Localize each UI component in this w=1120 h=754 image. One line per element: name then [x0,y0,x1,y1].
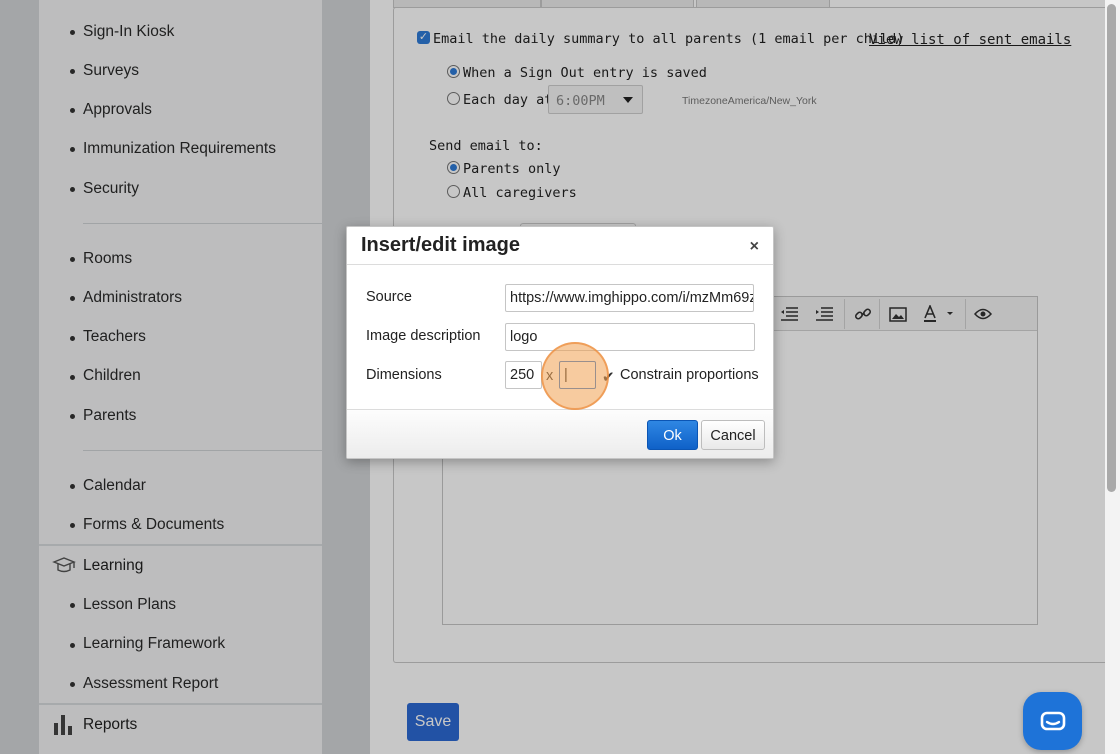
dialog-title: Insert/edit image [361,234,520,256]
dialog-footer: Ok Cancel [347,409,773,458]
ok-button[interactable]: Ok [647,420,698,450]
source-label: Source [366,289,412,305]
height-input[interactable]: | [559,361,596,389]
image-description-input[interactable]: logo [505,323,755,351]
chat-bubble-icon [1040,711,1066,731]
cancel-button[interactable]: Cancel [701,420,765,450]
scrollbar-thumb[interactable] [1107,4,1116,492]
close-icon[interactable]: × [750,238,759,256]
constrain-proportions-label: Constrain proportions [620,367,759,383]
constrain-proportions-checkbox[interactable]: ✔ [602,368,618,386]
image-description-label: Image description [366,328,481,344]
insert-image-dialog: Insert/edit image × Source https://www.i… [346,226,774,459]
width-input[interactable]: 250 [505,361,542,389]
dialog-header: Insert/edit image × [347,227,773,265]
dimension-separator: x [546,368,554,384]
source-input[interactable]: https://www.imghippo.com/i/mzMm69z [505,284,754,312]
chat-launcher-button[interactable] [1023,692,1082,750]
dimensions-label: Dimensions [366,367,442,383]
